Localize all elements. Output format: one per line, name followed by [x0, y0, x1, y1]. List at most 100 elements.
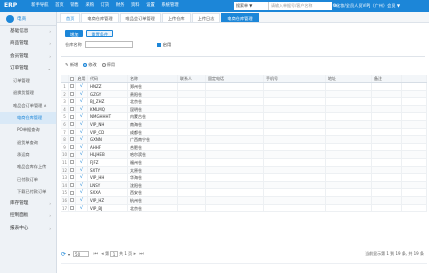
table-row[interactable]: 4 √ KMLMQ 昆明仓: [61, 105, 427, 114]
add-button[interactable]: 增加: [65, 30, 84, 37]
table-row[interactable]: 5 √ NMGHHHT 内蒙古仓: [61, 113, 427, 121]
row-name: 华海仓: [128, 174, 178, 181]
row-select[interactable]: [69, 174, 76, 181]
modify-option[interactable]: 修改: [83, 62, 97, 68]
sidebar-item-goods[interactable]: 商品管理 ›: [0, 38, 56, 50]
checkbox-icon: [70, 152, 74, 157]
sidebar-sub-vip[interactable]: 唯品会订单管理 ∧: [0, 100, 56, 112]
nav-finance[interactable]: 财务: [113, 0, 128, 12]
tab-warehouse-active[interactable]: 电商仓库管理: [221, 13, 259, 22]
tab-home[interactable]: 首页: [60, 13, 81, 22]
row-remark: [372, 196, 402, 204]
nav-data[interactable]: 资料: [128, 0, 143, 12]
last-page-icon[interactable]: ⏭: [139, 251, 144, 257]
sidebar-item-control[interactable]: 控制面板 ›: [0, 210, 56, 222]
sidebar-sub-returns[interactable]: 退换货管理: [0, 87, 56, 99]
sidebar-home[interactable]: 电商: [0, 12, 56, 26]
sidebar-sub-return-query[interactable]: 退货单查询: [0, 137, 56, 149]
table-row[interactable]: 13 √ VIP_HH 华海仓: [61, 174, 427, 182]
sidebar-item-members[interactable]: 会员管理 ›: [0, 51, 56, 63]
row-phone: [206, 136, 264, 143]
row-mobile: [264, 166, 326, 174]
row-select[interactable]: [69, 196, 76, 204]
add-option[interactable]: ✎ 新增: [65, 62, 78, 68]
nav-guide[interactable]: 新手导航: [28, 0, 52, 12]
row-select[interactable]: [69, 105, 76, 113]
first-page-icon[interactable]: ⏮: [94, 251, 99, 257]
row-select[interactable]: [69, 143, 76, 151]
row-enabled: √: [76, 105, 88, 113]
table-row[interactable]: 10 √ HLJHEB 哈尔滨仓: [61, 151, 427, 159]
table-row[interactable]: 15 √ SXXA 西安仓: [61, 189, 427, 197]
sidebar-item-reports[interactable]: 报表中心 ›: [0, 223, 56, 235]
row-select[interactable]: [69, 83, 76, 90]
nav-settings[interactable]: 设置: [143, 0, 158, 12]
top-icons: ✉ ☎ ⚙: [316, 2, 337, 10]
sidebar-sub-warehouse[interactable]: 电商仓库管理: [0, 112, 56, 125]
sidebar-item-basic[interactable]: 基础信息 ›: [0, 26, 56, 38]
table-row[interactable]: 7 √ VIP_CD 成都仓: [61, 128, 427, 137]
row-select[interactable]: [69, 181, 76, 189]
table-row[interactable]: 16 √ VIP_HZ 杭州仓: [61, 196, 427, 205]
sidebar-item-label: 报表中心: [10, 225, 29, 231]
row-enabled: √: [76, 189, 88, 196]
table-row[interactable]: 17 √ VIP_BJ 北京仓: [61, 204, 427, 213]
sidebar-item-orders[interactable]: 订单管理 ⌄: [0, 63, 56, 75]
row-select[interactable]: [69, 158, 76, 166]
table-row[interactable]: 1 √ HNZZ 郑州仓: [61, 83, 427, 91]
row-select[interactable]: [69, 204, 76, 212]
table-row[interactable]: 6 √ VIP_NH 南海仓: [61, 120, 427, 129]
page-input[interactable]: 1: [110, 251, 119, 257]
refresh-icon[interactable]: ⟳: [61, 251, 66, 258]
nav-purchase[interactable]: 采购: [82, 0, 97, 12]
sidebar-sub-download-paid[interactable]: 下载已付款订单: [0, 186, 56, 198]
table-row[interactable]: 11 √ FJFZ 福州仓: [61, 158, 427, 167]
row-select[interactable]: [69, 136, 76, 143]
row-select[interactable]: [69, 120, 76, 128]
row-select[interactable]: [69, 113, 76, 120]
radio-icon: [101, 63, 106, 67]
message-icon[interactable]: ✉: [316, 2, 320, 10]
prev-page-icon[interactable]: ◂: [101, 251, 104, 257]
next-page-icon[interactable]: ▸: [134, 251, 137, 257]
nav-system[interactable]: 系统管理: [158, 0, 182, 12]
sidebar-sub-po[interactable]: PO单据查询: [0, 124, 56, 136]
row-select[interactable]: [69, 151, 76, 158]
row-select[interactable]: [69, 128, 76, 136]
col-select[interactable]: [69, 75, 76, 82]
disable-option[interactable]: 停用: [101, 62, 115, 68]
tab-upload-log[interactable]: 上传日志: [191, 13, 221, 22]
row-select[interactable]: [69, 98, 76, 105]
sidebar-sub-carrier[interactable]: 承运商: [0, 149, 56, 161]
filter-row: 仓库名称 启用: [65, 41, 171, 48]
table-row[interactable]: 14 √ LNSY 沈阳仓: [61, 181, 427, 190]
table-row[interactable]: 9 √ AHHF 合肥仓: [61, 143, 427, 152]
search-type-select[interactable]: 搜索单 ▼: [234, 2, 268, 10]
nav-order[interactable]: 订货: [97, 0, 112, 12]
sidebar-sub-paid[interactable]: 已付款订单: [0, 174, 56, 186]
reset-button[interactable]: 重置条件: [86, 30, 114, 37]
enabled-checkbox[interactable]: 启用: [156, 42, 171, 48]
table-row[interactable]: 8 √ GXNN 广西南宁仓: [61, 136, 427, 144]
row-contact: [178, 90, 206, 98]
page-size-select[interactable]: 50: [73, 251, 90, 257]
table-row[interactable]: 2 √ GZGY 贵阳仓: [61, 90, 427, 99]
table-row[interactable]: 3 √ BJ_ZHZ 北京仓: [61, 98, 427, 106]
row-select[interactable]: [69, 166, 76, 174]
headset-icon[interactable]: ☎: [323, 2, 329, 10]
sidebar-sub-orders[interactable]: 订单管理: [0, 75, 56, 87]
tab-warehouse[interactable]: 电商仓库管理: [81, 13, 119, 22]
sidebar-item-stock[interactable]: 库存管理 ›: [0, 198, 56, 210]
user-menu[interactable]: 化妆/全员人员VIPJ（广州）会员 ▼: [336, 0, 400, 12]
nav-home[interactable]: 首页: [52, 0, 67, 12]
sidebar-sub-stock-upload[interactable]: 唯品会库存上传: [0, 161, 56, 173]
row-select[interactable]: [69, 189, 76, 196]
row-remark: [372, 174, 402, 181]
warehouse-name-input[interactable]: [84, 41, 133, 48]
tab-upload-stock[interactable]: 上传仓库: [161, 13, 191, 22]
table-row[interactable]: 12 √ SXTY 太原仓: [61, 166, 427, 175]
tab-vip-order[interactable]: 唯品会订单管理: [119, 13, 161, 22]
row-address: [326, 204, 372, 212]
row-select[interactable]: [69, 90, 76, 98]
nav-sales[interactable]: 销售: [67, 0, 82, 12]
